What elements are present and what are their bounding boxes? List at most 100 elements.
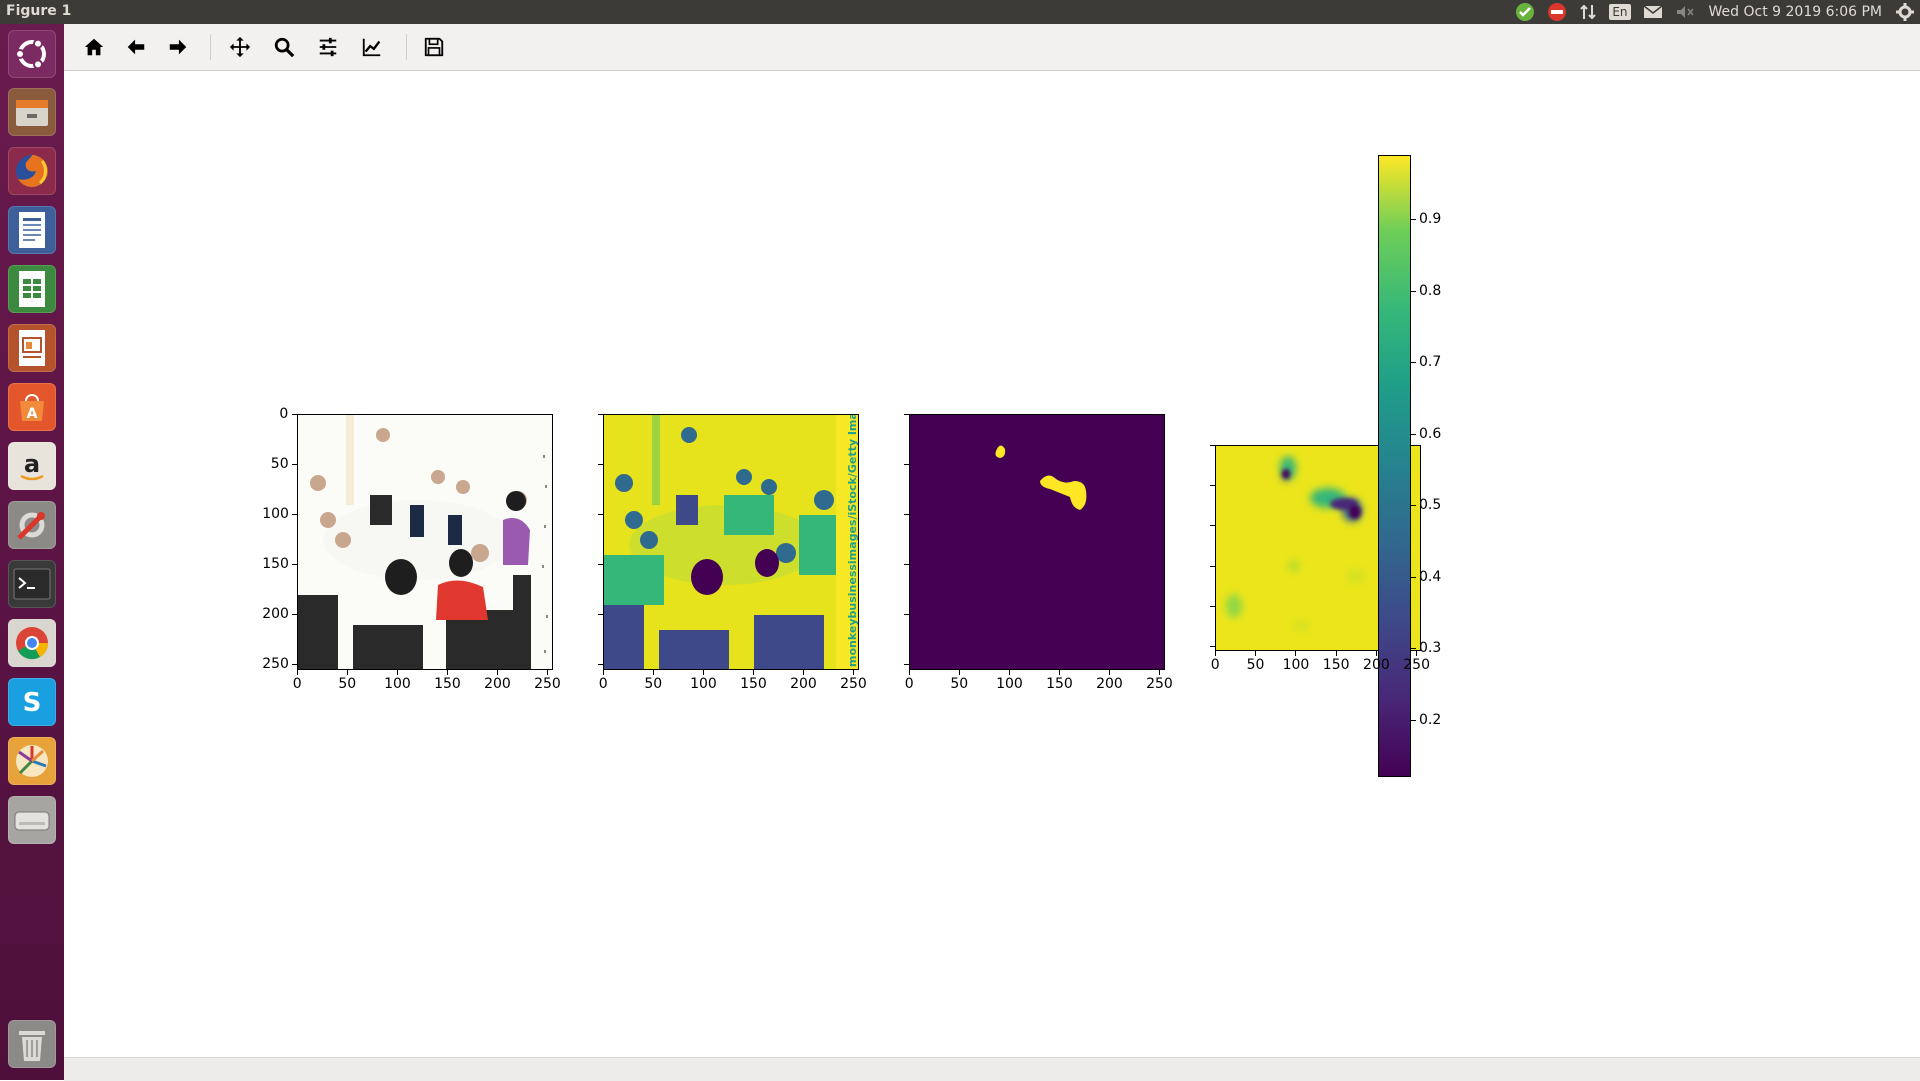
x-tick-mark — [753, 670, 754, 675]
x-tick-label: 150 — [434, 676, 461, 692]
x-tick-mark — [1159, 670, 1160, 675]
y-tick-mark — [904, 514, 909, 515]
keyboard-layout-label: En — [1612, 5, 1628, 19]
subplot-3-mask[interactable] — [909, 414, 1165, 670]
files-icon[interactable] — [8, 88, 56, 136]
x-tick-mark — [447, 670, 448, 675]
x-tick-mark — [1295, 651, 1297, 656]
x-tick-mark — [653, 670, 654, 675]
x-tick-label: 150 — [1046, 676, 1073, 692]
chrome-icon[interactable] — [8, 619, 56, 667]
x-tick-mark — [1255, 651, 1257, 656]
disk-drive-icon[interactable] — [8, 796, 56, 844]
save-icon[interactable] — [420, 33, 448, 61]
impress-icon[interactable] — [8, 324, 56, 372]
volume-muted-icon[interactable] — [1675, 4, 1695, 20]
colorbar-tick-mark — [1411, 576, 1416, 578]
x-tick-label: 100 — [384, 676, 411, 692]
edit-axes-icon[interactable] — [358, 33, 386, 61]
y-tick-mark — [904, 664, 909, 665]
y-tick-label: 50 — [270, 456, 289, 472]
svg-text:S: S — [23, 688, 42, 718]
skype-icon[interactable]: S — [8, 678, 56, 726]
pan-icon[interactable] — [226, 33, 254, 61]
colorbar-tick-label: 0.2 — [1419, 711, 1442, 728]
svg-text:a: a — [24, 450, 40, 478]
x-tick-label: 200 — [1363, 657, 1390, 673]
no-entry-icon[interactable] — [1547, 2, 1567, 22]
pinwheel-app-icon[interactable] — [8, 737, 56, 785]
y-tick-mark — [1210, 646, 1215, 648]
back-icon[interactable] — [122, 33, 150, 61]
network-icon[interactable] — [1579, 3, 1597, 21]
keyboard-layout-indicator[interactable]: En — [1609, 4, 1631, 20]
x-tick-label: 0 — [904, 676, 914, 692]
colorbar-tick-mark — [1411, 290, 1416, 292]
x-tick-label: 250 — [534, 676, 561, 692]
x-tick-mark — [1416, 651, 1418, 656]
amazon-icon[interactable]: a — [8, 442, 56, 490]
x-tick-mark — [397, 670, 398, 675]
ubuntu-dash-icon[interactable] — [8, 30, 56, 78]
y-tick-label: 250 — [262, 656, 289, 672]
colorbar-tick-mark — [1411, 362, 1416, 364]
colorbar[interactable] — [1378, 155, 1411, 777]
toolbar-separator — [210, 34, 211, 60]
x-tick-mark — [1215, 651, 1216, 656]
software-center-icon[interactable]: A — [8, 383, 56, 431]
zoom-icon[interactable] — [270, 33, 298, 61]
y-tick-label: 100 — [262, 506, 289, 522]
writer-icon[interactable] — [8, 206, 56, 254]
x-tick-label: 150 — [740, 676, 767, 692]
x-tick-mark — [1059, 670, 1060, 675]
y-tick-label: 200 — [262, 606, 289, 622]
top-panel: Figure 1 En Wed Oct 9 2019 6:06 PM — [0, 0, 1920, 24]
x-tick-label: 200 — [790, 676, 817, 692]
session-gear-icon[interactable] — [1896, 3, 1914, 21]
y-tick-mark — [904, 614, 909, 615]
update-check-icon[interactable] — [1515, 2, 1535, 22]
system-settings-icon[interactable] — [8, 501, 56, 549]
x-tick-mark — [803, 670, 804, 675]
y-tick-mark — [1210, 485, 1215, 487]
x-tick-label: 50 — [1246, 657, 1265, 673]
y-tick-mark — [598, 614, 603, 615]
x-tick-mark — [347, 670, 348, 675]
colorbar-tick-mark — [1411, 719, 1416, 721]
calc-icon[interactable] — [8, 265, 56, 313]
colorbar-tick-label: 0.9 — [1419, 211, 1442, 228]
y-tick-mark — [292, 464, 297, 465]
clock[interactable]: Wed Oct 9 2019 6:06 PM — [1709, 4, 1882, 20]
y-tick-mark — [292, 414, 297, 415]
colorbar-tick-mark — [1411, 648, 1416, 650]
terminal-icon[interactable] — [8, 560, 56, 608]
y-tick-mark — [292, 614, 297, 615]
forward-icon[interactable] — [164, 33, 192, 61]
colorbar-tick-label: 0.6 — [1419, 425, 1442, 442]
subplot-1-image[interactable] — [297, 414, 553, 670]
subplot-2-image[interactable]: monkeybusinessimages/iStock/Getty Images — [603, 414, 859, 670]
colorbar-tick-label: 0.3 — [1419, 640, 1442, 657]
y-tick-mark — [1210, 605, 1215, 607]
colorbar-tick-mark — [1411, 219, 1416, 221]
trash-icon[interactable] — [8, 1020, 56, 1068]
x-tick-mark — [603, 670, 604, 675]
x-tick-mark — [1009, 670, 1010, 675]
x-tick-label: 100 — [1282, 657, 1310, 673]
x-tick-mark — [297, 670, 298, 675]
subplots-icon[interactable] — [314, 33, 342, 61]
y-tick-mark — [1210, 525, 1215, 527]
x-tick-label: 100 — [996, 676, 1023, 692]
figure-canvas[interactable]: monkeybusinessimages/iStock/Getty Images — [64, 71, 1920, 1057]
y-tick-mark — [1210, 445, 1215, 446]
colorbar-tick-label: 0.8 — [1419, 282, 1442, 299]
x-tick-mark — [497, 670, 498, 675]
x-tick-label: 250 — [1403, 657, 1430, 673]
firefox-icon[interactable] — [8, 147, 56, 195]
x-tick-mark — [1335, 651, 1337, 656]
mail-icon[interactable] — [1643, 4, 1663, 20]
colorbar-tick-mark — [1411, 433, 1416, 435]
colorbar-tick-label: 0.4 — [1419, 568, 1442, 585]
y-tick-mark — [598, 514, 603, 515]
home-icon[interactable] — [80, 33, 108, 61]
